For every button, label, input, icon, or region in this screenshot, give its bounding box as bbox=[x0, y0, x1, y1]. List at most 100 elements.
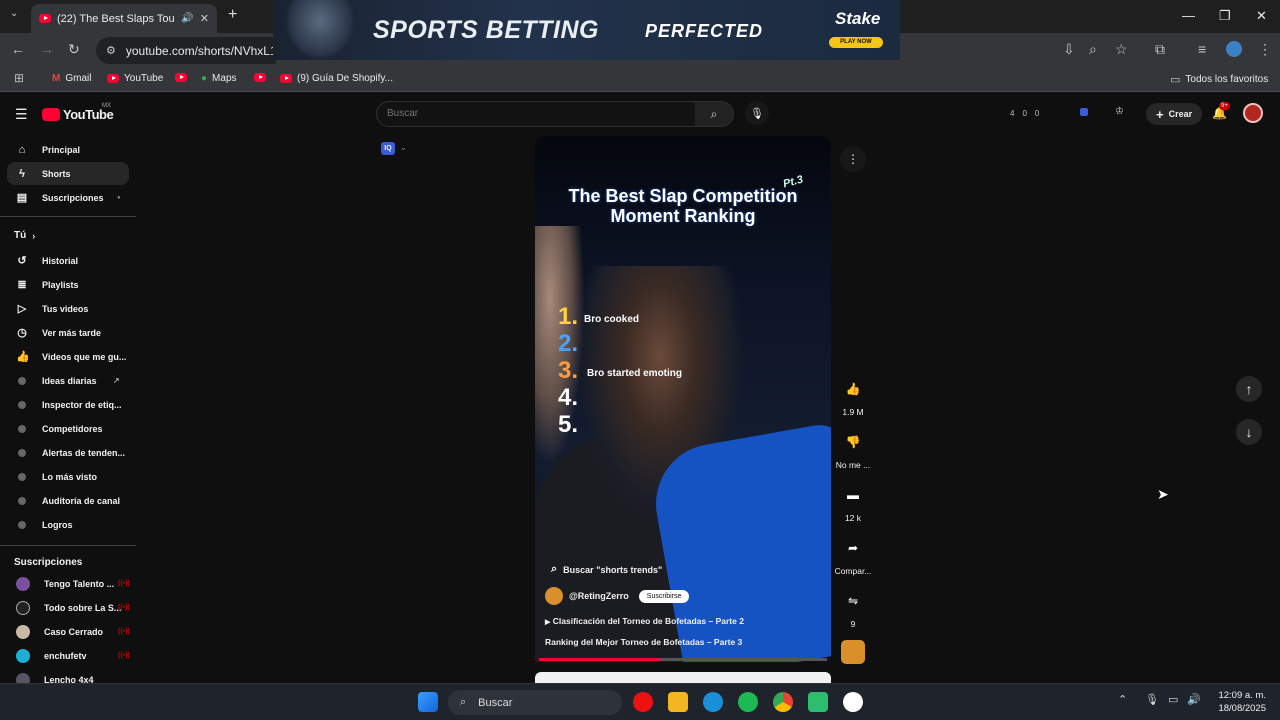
ad-cta-button[interactable]: PLAY NOW bbox=[829, 37, 883, 48]
share-icon: ➦ bbox=[847, 541, 859, 555]
sidebar-item-ideas-diarias[interactable]: Ideas diarias ↗ bbox=[7, 369, 129, 392]
taskbar-clock[interactable]: 12:09 a. m. 18/08/2025 bbox=[1206, 689, 1266, 715]
sidebar-item-playlists[interactable]: ≣ Playlists bbox=[7, 273, 129, 296]
trophy-icon[interactable]: ♔ bbox=[1115, 106, 1124, 117]
sidebar-item-inspector-etiquetas[interactable]: Inspector de etiq... bbox=[7, 393, 129, 416]
new-tab-icon[interactable]: + bbox=[228, 6, 237, 24]
bookmark-youtube[interactable]: YouTube bbox=[107, 73, 163, 84]
windows-start-icon[interactable] bbox=[418, 692, 438, 712]
search-input[interactable] bbox=[387, 108, 687, 119]
sidebar-item-tus-videos[interactable]: ▷ Tus videos bbox=[7, 297, 129, 320]
back-icon[interactable]: ← bbox=[11, 41, 25, 57]
sidebar-item-logros[interactable]: Logros bbox=[7, 513, 129, 536]
remix-button[interactable]: ⇋ 9 bbox=[834, 588, 872, 629]
related-video-link[interactable]: ▶ Clasificación del Torneo de Bofetadas … bbox=[545, 616, 744, 626]
opera-icon[interactable] bbox=[633, 692, 653, 712]
all-bookmarks[interactable]: ▭ Todos los favoritos bbox=[1170, 73, 1268, 86]
address-bar[interactable]: ⚙ youtube.com/shorts/NVhxL1R bbox=[96, 37, 276, 64]
short-description[interactable]: Ranking del Mejor Torneo de Bofetadas – … bbox=[545, 637, 742, 647]
bookmark-gmail[interactable]: M Gmail bbox=[52, 73, 91, 84]
like-button[interactable]: 👍 1.9 M bbox=[834, 376, 872, 417]
bookmark-yt-icon-only[interactable] bbox=[175, 73, 187, 82]
sidebar-item-historial[interactable]: ↺ Historial bbox=[7, 249, 129, 272]
close-window-icon[interactable]: ✕ bbox=[1256, 8, 1267, 24]
reload-icon[interactable]: ↻ bbox=[68, 41, 80, 58]
extension-badge-icon[interactable]: IQ bbox=[381, 142, 395, 155]
sidebar-section-you[interactable]: Tú › bbox=[7, 224, 129, 247]
region-code: MX bbox=[102, 103, 111, 109]
zoom-icon[interactable]: ⌕ bbox=[1089, 41, 1097, 58]
tray-chevron-icon[interactable]: ⌃ bbox=[1118, 693, 1127, 706]
minimize-icon[interactable]: — bbox=[1182, 8, 1195, 23]
audio-icon[interactable]: 🔊 bbox=[181, 13, 193, 24]
profile-avatar[interactable] bbox=[1226, 41, 1242, 57]
chrome-icon[interactable] bbox=[773, 692, 793, 712]
sidebar-sub-item[interactable]: Caso Cerrado ((•)) bbox=[7, 620, 130, 643]
browser-tab[interactable]: (22) The Best Slaps Tournam 🔊 ✕ bbox=[31, 4, 217, 33]
restore-icon[interactable]: ❐ bbox=[1219, 8, 1231, 24]
bookmark-yt-icon-only-2[interactable] bbox=[254, 73, 266, 82]
microphone-icon[interactable]: 🎙 bbox=[1145, 693, 1159, 706]
sidebar-divider bbox=[0, 545, 136, 546]
sidebar-item-auditoria-canal[interactable]: Auditoría de canal bbox=[7, 489, 129, 512]
sidebar-sub-item[interactable]: Tengo Talento ... ((•)) bbox=[7, 572, 130, 595]
site-info-icon[interactable]: ⚙ bbox=[106, 44, 116, 57]
media-icon[interactable]: ≡ bbox=[1198, 41, 1206, 57]
sidebar-item-shorts[interactable]: ϟ Shorts bbox=[7, 162, 129, 185]
volume-icon[interactable]: 🔊 bbox=[1187, 693, 1201, 706]
hamburger-menu-icon[interactable]: ☰ bbox=[15, 106, 28, 123]
apps-icon[interactable]: ⊞ bbox=[14, 71, 24, 85]
video-progress-bar[interactable] bbox=[539, 658, 827, 661]
account-avatar[interactable] bbox=[1243, 103, 1263, 123]
close-tab-icon[interactable]: ✕ bbox=[200, 12, 209, 25]
sidebar-sub-item[interactable]: enchufetv ((•)) bbox=[7, 644, 130, 667]
sidebar-item-ver-mas-tarde[interactable]: ◷ Ver más tarde bbox=[7, 321, 129, 344]
taskbar-search[interactable]: ⌕ Buscar bbox=[448, 690, 622, 715]
spotify-icon[interactable] bbox=[738, 692, 758, 712]
forward-icon[interactable]: → bbox=[40, 41, 54, 57]
channel-handle[interactable]: @RetingZerro bbox=[569, 591, 629, 601]
menu-icon[interactable]: ⋮ bbox=[1258, 41, 1272, 58]
audio-thumbnail[interactable] bbox=[841, 640, 865, 664]
youtube-logo[interactable]: YouTube bbox=[42, 107, 114, 122]
sidebar-item-principal[interactable]: ⌂ Principal bbox=[7, 138, 129, 161]
sidebar-sub-item[interactable]: Todo sobre La S... ((•)) bbox=[7, 596, 130, 619]
subscribe-button[interactable]: Suscribirse bbox=[638, 589, 690, 603]
search-button[interactable]: ⌕ bbox=[695, 102, 733, 126]
mouse-cursor-icon: ➤ bbox=[1157, 486, 1169, 502]
sidebar-item-lo-mas-visto[interactable]: Lo más visto bbox=[7, 465, 129, 488]
chevron-down-icon[interactable]: ⌄ bbox=[400, 143, 407, 152]
sidebar-item-competidores[interactable]: Competidores bbox=[7, 417, 129, 440]
ad-banner[interactable]: SPORTS BETTING PERFECTED Stake PLAY NOW bbox=[273, 0, 900, 60]
previous-short-button[interactable]: ↑ bbox=[1236, 376, 1262, 402]
search-box[interactable]: ⌕ bbox=[376, 101, 734, 127]
create-button[interactable]: + Crear bbox=[1146, 103, 1203, 125]
edge-icon[interactable] bbox=[703, 692, 723, 712]
related-search-link[interactable]: ⌕ Buscar "shorts trends" bbox=[551, 563, 662, 576]
extension-icon[interactable] bbox=[1080, 108, 1088, 116]
install-icon[interactable]: ⇩ bbox=[1063, 41, 1075, 58]
bookmark-maps[interactable]: ● Maps bbox=[201, 73, 237, 84]
extensions-icon[interactable]: ⧉ bbox=[1155, 41, 1165, 58]
dislike-button[interactable]: 👎 No me ... bbox=[834, 429, 872, 470]
next-short-button[interactable]: ↓ bbox=[1236, 419, 1262, 445]
app-icon[interactable] bbox=[843, 692, 863, 712]
app-icon[interactable] bbox=[808, 692, 828, 712]
sidebar-item-liked-videos[interactable]: 👍 Videos que me gu... bbox=[7, 345, 129, 368]
channel-avatar[interactable] bbox=[545, 587, 563, 605]
next-short-preview bbox=[535, 672, 831, 683]
sidebar-item-alertas-tendencias[interactable]: Alertas de tenden... bbox=[7, 441, 129, 464]
sidebar-item-suscripciones[interactable]: ▤ Suscripciones ● bbox=[7, 186, 129, 209]
short-video-player[interactable]: The Best Slap Competition Moment Ranking… bbox=[535, 136, 831, 662]
share-button[interactable]: ➦ Compar... bbox=[834, 535, 872, 576]
extension-stats[interactable]: 4 0 0 bbox=[1010, 109, 1039, 118]
bookmark-shopify-guide[interactable]: (9) Guía De Shopify... bbox=[280, 73, 393, 84]
more-options-icon[interactable]: ⋮ bbox=[840, 146, 866, 172]
voice-search-button[interactable]: 🎙 bbox=[745, 101, 769, 125]
tab-search-icon[interactable]: ⌄ bbox=[10, 8, 18, 19]
bookmark-star-icon[interactable]: ☆ bbox=[1115, 41, 1128, 58]
file-explorer-icon[interactable] bbox=[668, 692, 688, 712]
comments-button[interactable]: ▬ 12 k bbox=[834, 482, 872, 523]
network-icon[interactable]: ▭ bbox=[1168, 693, 1178, 706]
subscriptions-heading: Suscripciones bbox=[14, 557, 83, 568]
